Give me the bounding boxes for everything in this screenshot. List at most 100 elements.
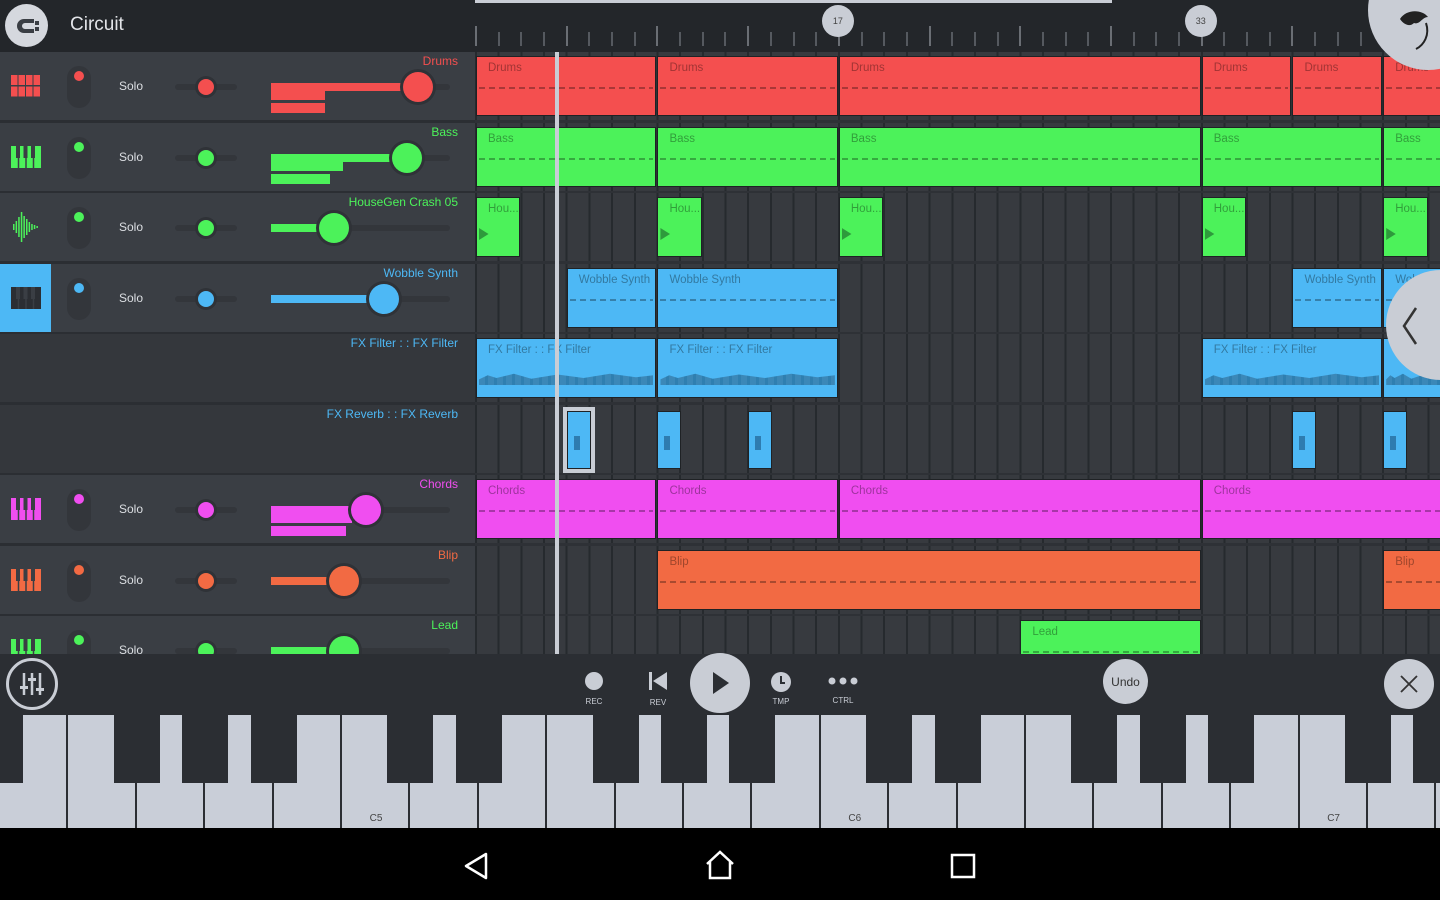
pattern-clip[interactable]: Hou... xyxy=(1201,197,1247,257)
black-key[interactable] xyxy=(661,715,707,783)
track-row[interactable]: Drums Solo xyxy=(0,52,475,120)
pattern-clip[interactable]: FX Filter : : FX Filter xyxy=(657,338,838,398)
black-key[interactable] xyxy=(1345,715,1391,783)
volume-knob[interactable] xyxy=(368,284,399,314)
pan-knob[interactable] xyxy=(198,150,214,166)
piano-keys-icon[interactable] xyxy=(0,546,51,614)
playlist-grid[interactable]: DrumsDrumsDrumsDrumsDrumsDrumsBassBassBa… xyxy=(475,52,1440,654)
pan-knob[interactable] xyxy=(198,573,214,589)
volume-knob[interactable] xyxy=(329,566,360,596)
black-key[interactable] xyxy=(182,715,229,783)
pattern-clip[interactable]: Bass xyxy=(476,127,657,187)
volume-knob[interactable] xyxy=(402,72,433,102)
pattern-clip[interactable]: Bass xyxy=(838,127,1201,187)
black-key[interactable] xyxy=(729,715,776,783)
solo-button[interactable]: Solo xyxy=(119,79,143,93)
track-row[interactable]: Chords Solo xyxy=(0,475,475,543)
pattern-clip[interactable]: Chords xyxy=(657,479,838,539)
track-row[interactable]: FX Filter : : FX Filter xyxy=(0,334,475,402)
bar-marker[interactable]: 33 xyxy=(1184,5,1217,37)
pattern-clip[interactable]: FX Filter : : FX Filter xyxy=(1201,338,1383,398)
pattern-clip[interactable]: FX Filter : : FX Filter xyxy=(476,338,657,398)
track-lane[interactable] xyxy=(475,405,1440,473)
pattern-clip[interactable]: Blip xyxy=(1383,550,1440,610)
pan-knob[interactable] xyxy=(198,220,214,236)
black-key[interactable] xyxy=(1139,715,1186,783)
pattern-clip[interactable] xyxy=(566,411,591,469)
pan-knob[interactable] xyxy=(198,643,214,654)
pattern-clip[interactable]: Chords xyxy=(838,479,1201,539)
pan-knob[interactable] xyxy=(198,79,214,95)
circuit-logo-icon[interactable] xyxy=(5,4,48,47)
recents-icon[interactable] xyxy=(950,853,976,879)
pattern-clip[interactable]: Drums xyxy=(476,56,657,116)
pattern-clip[interactable] xyxy=(657,411,682,469)
mute-toggle[interactable] xyxy=(67,66,91,108)
pattern-clip[interactable]: Hou... xyxy=(1383,197,1428,257)
pattern-clip[interactable] xyxy=(1383,411,1408,469)
pattern-clip[interactable]: Bass xyxy=(1383,127,1440,187)
solo-button[interactable]: Solo xyxy=(119,573,143,587)
pattern-clip[interactable] xyxy=(1292,411,1317,469)
pattern-clip[interactable]: Wobble Synth xyxy=(1292,268,1383,328)
track-row[interactable]: Blip Solo xyxy=(0,546,475,614)
black-key[interactable] xyxy=(0,715,23,783)
track-lane[interactable]: Lead xyxy=(475,616,1440,654)
track-row[interactable]: Lead Solo xyxy=(0,616,475,654)
play-button[interactable] xyxy=(690,653,750,713)
pattern-clip[interactable]: Blip xyxy=(657,550,1201,610)
black-key[interactable] xyxy=(387,715,434,783)
mixer-button[interactable] xyxy=(6,658,58,710)
piano-keys-icon[interactable] xyxy=(0,123,51,191)
pattern-clip[interactable]: Drums xyxy=(657,56,838,116)
piano-keyboard[interactable]: C5 C6 C7 xyxy=(0,715,1440,828)
track-row[interactable]: HouseGen Crash 05 Solo xyxy=(0,193,475,261)
pattern-clip[interactable]: Chords xyxy=(476,479,657,539)
mute-toggle[interactable] xyxy=(67,489,91,531)
pattern-clip[interactable] xyxy=(748,411,773,469)
solo-button[interactable]: Solo xyxy=(119,643,143,654)
track-lane[interactable]: Wobble SynthWobble SynthWobble SynthWobb… xyxy=(475,264,1440,332)
tempo-button[interactable]: TMP xyxy=(764,671,798,706)
black-key[interactable] xyxy=(113,715,160,783)
pattern-clip[interactable]: Chords xyxy=(1201,479,1440,539)
pattern-clip[interactable]: Hou... xyxy=(838,197,884,257)
track-lane[interactable]: Bass Bass Bass Bass Bass xyxy=(475,123,1440,191)
black-key[interactable] xyxy=(866,715,913,783)
volume-knob[interactable] xyxy=(392,143,423,173)
solo-button[interactable]: Solo xyxy=(119,150,143,164)
track-lane[interactable]: Chords Chords Chords Chords xyxy=(475,475,1440,543)
track-lane[interactable]: DrumsDrumsDrumsDrumsDrumsDrums xyxy=(475,52,1440,120)
pattern-clip[interactable]: Wobble Synth xyxy=(657,268,838,328)
pattern-clip[interactable]: Lead xyxy=(1020,620,1201,654)
black-key[interactable] xyxy=(592,715,639,783)
pattern-clip[interactable]: Bass xyxy=(1201,127,1383,187)
bar-marker[interactable]: 17 xyxy=(821,5,854,37)
undo-button[interactable]: Undo xyxy=(1103,659,1148,704)
mute-toggle[interactable] xyxy=(67,137,91,179)
volume-knob[interactable] xyxy=(350,495,381,525)
track-lane[interactable]: Hou... Hou... Hou... Hou... Hou... xyxy=(475,193,1440,261)
pattern-clip[interactable]: Hou... xyxy=(476,197,521,257)
black-key[interactable] xyxy=(934,715,981,783)
track-row[interactable]: Wobble Synth Solo xyxy=(0,264,475,332)
black-key[interactable] xyxy=(1071,715,1118,783)
pattern-clip[interactable]: Wobble Synth xyxy=(566,268,657,328)
solo-button[interactable]: Solo xyxy=(119,291,143,305)
close-button[interactable] xyxy=(1384,659,1434,709)
black-key[interactable] xyxy=(455,715,502,783)
pattern-clip[interactable]: Drums xyxy=(1292,56,1383,116)
mute-toggle[interactable] xyxy=(67,278,91,320)
pattern-clip[interactable]: Drums xyxy=(1201,56,1292,116)
ctrl-button[interactable]: CTRL xyxy=(824,676,862,705)
volume-knob[interactable] xyxy=(318,213,349,243)
rev-button[interactable]: REV xyxy=(641,672,675,707)
back-icon[interactable] xyxy=(462,852,490,880)
track-row[interactable]: FX Reverb : : FX Reverb xyxy=(0,405,475,473)
pattern-clip[interactable]: Drums xyxy=(838,56,1201,116)
piano-keys-icon[interactable] xyxy=(0,264,51,332)
track-row[interactable]: Bass Solo xyxy=(0,123,475,191)
solo-button[interactable]: Solo xyxy=(119,220,143,234)
pattern-clip[interactable]: Bass xyxy=(657,127,838,187)
home-icon[interactable] xyxy=(704,850,736,880)
